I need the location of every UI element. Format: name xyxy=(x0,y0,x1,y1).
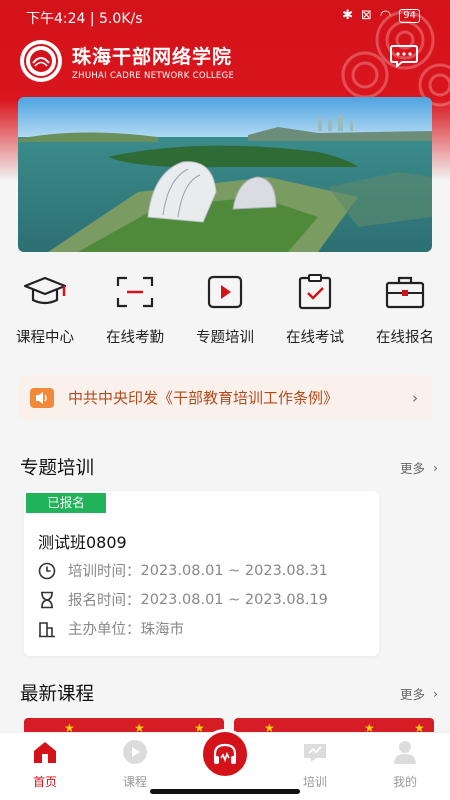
more-label: 更多 xyxy=(399,686,425,702)
svg-text:★: ★ xyxy=(194,721,205,732)
quick-nav-online-exam[interactable]: 在线考试 xyxy=(270,270,360,350)
sim-icon: ⊠ xyxy=(361,8,372,23)
quick-nav-label: 在线考试 xyxy=(286,330,344,346)
training-icon xyxy=(304,744,326,762)
speaker-icon xyxy=(30,387,54,408)
hourglass-icon xyxy=(41,591,53,608)
tab-home[interactable]: 首页 xyxy=(0,733,90,800)
tab-label: 课程 xyxy=(122,775,147,789)
svg-text:★: ★ xyxy=(364,721,375,732)
status-icons: ✱ ⊠ ◠ 94 xyxy=(342,8,420,23)
signup-time-row: 报名时间： 2023.08.01 ~ 2023.08.19 xyxy=(38,589,328,610)
message-icon[interactable] xyxy=(390,44,418,68)
host-value: 珠海市 xyxy=(140,622,185,638)
svg-text:★: ★ xyxy=(64,721,75,732)
mortarboard-icon xyxy=(23,276,67,305)
user-icon xyxy=(394,741,416,764)
play-circle-icon xyxy=(123,740,147,764)
quick-nav-online-signup[interactable]: 在线报名 xyxy=(360,270,450,350)
notice-bar[interactable]: 中共中央印发《干部教育培训工作条例》 › xyxy=(18,375,432,420)
signup-time-value: 2023.08.01 ~ 2023.08.19 xyxy=(140,591,328,608)
svg-text:★: ★ xyxy=(264,721,275,732)
banner-image[interactable] xyxy=(18,97,432,252)
host-label: 主办单位： xyxy=(68,622,141,638)
quick-nav-label: 在线考勤 xyxy=(106,330,164,346)
svg-text:★: ★ xyxy=(134,721,145,732)
status-bar: 下午4:24 | 5.0K/s ✱ ⊠ ◠ 94 xyxy=(0,0,450,34)
battery-icon: 94 xyxy=(399,8,420,23)
more-label: 更多 xyxy=(399,460,425,476)
play-icon xyxy=(207,275,243,309)
section-title: 最新课程 xyxy=(20,684,95,705)
quick-nav-online-attendance[interactable]: 在线考勤 xyxy=(90,270,180,350)
quick-nav-course-center[interactable]: 课程中心 xyxy=(0,270,90,350)
quick-nav: 课程中心 在线考勤 专题培训 在线考试 在线报名 xyxy=(0,270,450,350)
course-thumbnail[interactable]: ★ ★ ★ xyxy=(234,718,434,732)
clipboard-check-icon xyxy=(298,274,332,310)
more-link[interactable]: 更多 › xyxy=(400,684,438,703)
section-title: 专题培训 xyxy=(20,458,95,479)
host-row: 主办单位： 珠海市 xyxy=(38,618,184,639)
headphones-icon xyxy=(213,743,237,764)
college-name-english: ZHUHAI CADRE NETWORK COLLEGE xyxy=(72,70,235,81)
chevron-right-icon: › xyxy=(433,685,438,701)
train-time-row: 培训时间： 2023.08.01 ~ 2023.08.31 xyxy=(38,560,328,581)
quick-nav-special-training[interactable]: 专题培训 xyxy=(180,270,270,350)
quick-nav-label: 专题培训 xyxy=(196,330,254,346)
tab-label: 培训 xyxy=(302,775,327,789)
svg-text:★: ★ xyxy=(414,721,425,732)
course-thumbnail[interactable]: ★ ★ ★ xyxy=(24,718,224,732)
signup-time-label: 报名时间： xyxy=(68,593,141,609)
train-time-label: 培训时间： xyxy=(68,564,141,580)
notice-text: 中共中央印发《干部教育培训工作条例》 xyxy=(68,389,339,407)
bluetooth-icon: ✱ xyxy=(342,8,354,23)
briefcase-icon xyxy=(385,276,425,309)
building-icon xyxy=(39,621,55,637)
chevron-right-icon: › xyxy=(433,459,438,475)
clock-icon xyxy=(38,562,56,579)
scan-icon xyxy=(116,276,154,308)
quick-nav-label: 在线报名 xyxy=(376,330,434,346)
quick-nav-label: 课程中心 xyxy=(16,330,74,346)
latest-courses-header: 最新课程 更多 › xyxy=(20,680,438,706)
chevron-right-icon: › xyxy=(412,388,418,407)
training-card[interactable]: 已报名 测试班0809 培训时间： 2023.08.01 ~ 2023.08.3… xyxy=(24,491,379,656)
college-name: 珠海干部网络学院 xyxy=(72,45,233,68)
train-time-value: 2023.08.01 ~ 2023.08.31 xyxy=(140,562,328,579)
status-badge: 已报名 xyxy=(26,493,106,513)
brand: 珠海干部网络学院 ZHUHAI CADRE NETWORK COLLEGE xyxy=(20,40,234,82)
tab-label: 首页 xyxy=(32,775,57,789)
tab-label: 我的 xyxy=(392,775,417,789)
card-title: 测试班0809 xyxy=(38,533,127,552)
home-indicator xyxy=(150,789,300,794)
wifi-icon: ◠ xyxy=(379,8,392,23)
special-training-header: 专题培训 更多 › xyxy=(20,454,438,480)
more-link[interactable]: 更多 › xyxy=(400,458,438,477)
tab-mine[interactable]: 我的 xyxy=(360,733,450,800)
status-time: 下午4:24 | 5.0K/s xyxy=(26,11,143,27)
college-logo xyxy=(20,40,62,82)
home-icon xyxy=(34,742,56,763)
